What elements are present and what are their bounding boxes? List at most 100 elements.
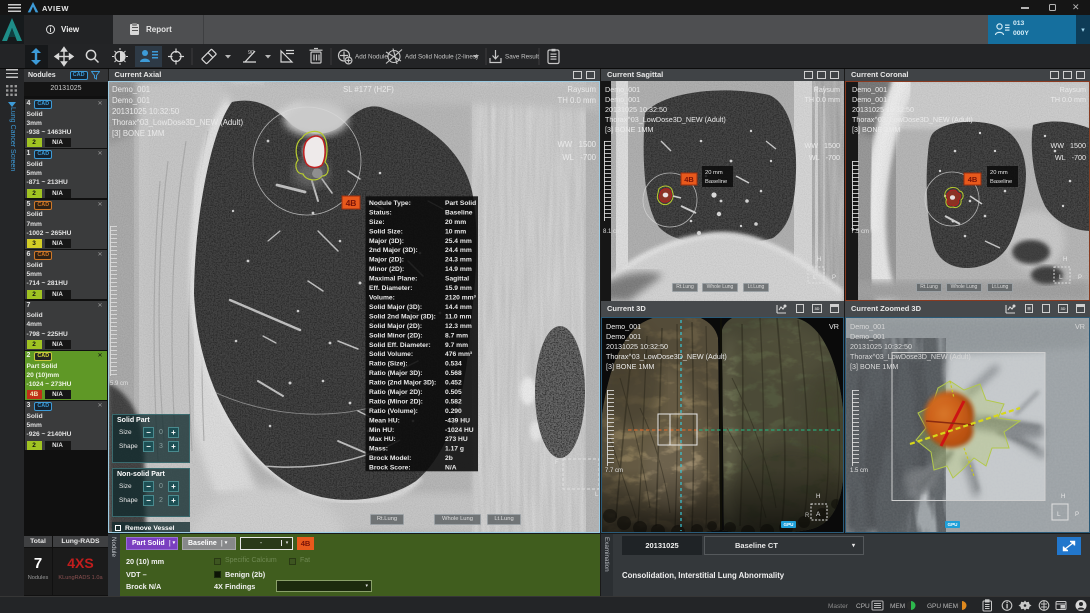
- svg-text:4B: 4B: [968, 175, 978, 184]
- svg-text:Ratio (Minor 2D):: Ratio (Minor 2D):: [369, 398, 423, 405]
- svg-text:0.568: 0.568: [445, 370, 462, 377]
- svg-text:L: L: [1059, 274, 1063, 281]
- svg-text:VR: VR: [829, 322, 839, 331]
- svg-text:90: 90: [248, 50, 254, 56]
- svg-text:Ratio (Volume):: Ratio (Volume):: [369, 407, 418, 414]
- svg-text:CPU: CPU: [856, 603, 870, 610]
- svg-text:Ratio (Major 2D):: Ratio (Major 2D):: [369, 389, 423, 396]
- svg-text:WW 1500: WW 1500: [1050, 141, 1086, 150]
- svg-text:Demo_001: Demo_001: [606, 322, 641, 331]
- svg-text:Major (2D):: Major (2D):: [369, 256, 404, 263]
- svg-text:Brock Score:: Brock Score:: [369, 464, 411, 471]
- svg-text:Volume:: Volume:: [369, 294, 395, 301]
- svg-text:Maximal Plane:: Maximal Plane:: [369, 275, 417, 282]
- svg-text:9.7 mm: 9.7 mm: [445, 341, 468, 348]
- svg-text:25.4 mm: 25.4 mm: [445, 237, 472, 244]
- svg-text:Solid Eff. Diameter:: Solid Eff. Diameter:: [369, 341, 431, 348]
- svg-text:Brock Model:: Brock Model:: [369, 455, 411, 462]
- svg-text:24.3 mm: 24.3 mm: [445, 256, 472, 263]
- svg-text:Nodule Type:: Nodule Type:: [369, 200, 411, 207]
- svg-text:Thorax^03_LowDose3D_NEW (Adult: Thorax^03_LowDose3D_NEW (Adult): [850, 352, 971, 361]
- svg-text:SL #177 (H2F): SL #177 (H2F): [343, 85, 394, 94]
- svg-text:Max HU:: Max HU:: [369, 436, 396, 443]
- svg-text:-1024 HU: -1024 HU: [445, 426, 474, 433]
- svg-text:Ratio (Size):: Ratio (Size):: [369, 360, 408, 367]
- svg-text:Solid 2nd Major (3D):: Solid 2nd Major (3D):: [369, 313, 436, 320]
- svg-text:0.505: 0.505: [445, 389, 462, 396]
- svg-text:P: P: [832, 275, 836, 281]
- svg-text:Baseline: Baseline: [990, 179, 1012, 185]
- svg-text:WW 1500: WW 1500: [804, 141, 840, 150]
- svg-text:Raysum: Raysum: [814, 85, 840, 94]
- svg-text:Thorax^03_LowDose3D_NEW (Adult: Thorax^03_LowDose3D_NEW (Adult): [852, 115, 973, 124]
- svg-text:Ratio (2nd Major 3D):: Ratio (2nd Major 3D):: [369, 379, 436, 386]
- svg-text:P: P: [1075, 512, 1079, 518]
- svg-text:N/A: N/A: [445, 464, 457, 471]
- svg-text:L: L: [1057, 511, 1061, 518]
- svg-text:TH 0.0 mm: TH 0.0 mm: [557, 96, 596, 105]
- svg-text:4B: 4B: [684, 175, 694, 184]
- svg-text:VR: VR: [1075, 322, 1085, 331]
- svg-text:20 mm: 20 mm: [990, 170, 1008, 176]
- svg-text:MEM: MEM: [890, 603, 905, 610]
- svg-text:WL -700: WL -700: [809, 153, 840, 162]
- svg-text:Baseline: Baseline: [705, 179, 727, 185]
- svg-text:12.3 mm: 12.3 mm: [445, 322, 472, 329]
- svg-text:24.4 mm: 24.4 mm: [445, 247, 472, 254]
- svg-text:WL -700: WL -700: [1055, 153, 1086, 162]
- svg-text:H: H: [1061, 494, 1065, 500]
- svg-text:0.582: 0.582: [445, 398, 462, 405]
- svg-text:20131025 10:32:50: 20131025 10:32:50: [850, 342, 912, 351]
- svg-text:Raysum: Raysum: [1060, 85, 1086, 94]
- svg-text:Major (3D):: Major (3D):: [369, 237, 404, 244]
- svg-text:Demo_001: Demo_001: [850, 322, 885, 331]
- svg-text:Part Solid: Part Solid: [445, 200, 476, 207]
- svg-text:10 mm: 10 mm: [445, 228, 466, 235]
- svg-text:L: L: [813, 274, 817, 281]
- svg-text:Demo_001: Demo_001: [852, 95, 887, 104]
- svg-text:GPU MEM: GPU MEM: [927, 603, 958, 610]
- svg-text:20 mm: 20 mm: [705, 170, 723, 176]
- svg-text:H: H: [1063, 257, 1067, 263]
- svg-text:0.452: 0.452: [445, 379, 462, 386]
- svg-text:[3] BONE 1MM: [3] BONE 1MM: [852, 125, 900, 134]
- svg-text:Demo_001: Demo_001: [606, 332, 641, 341]
- svg-text:Thorax^03_LowDose3D_NEW (Adult: Thorax^03_LowDose3D_NEW (Adult): [605, 115, 726, 124]
- svg-text:Sagittal: Sagittal: [445, 275, 469, 282]
- svg-text:H: H: [817, 257, 821, 263]
- svg-text:14.4 mm: 14.4 mm: [445, 303, 472, 310]
- svg-text:Mass:: Mass:: [369, 445, 388, 452]
- svg-text:H: H: [816, 494, 820, 500]
- svg-text:Add Solid Nodule (2-lines): Add Solid Nodule (2-lines): [405, 54, 478, 61]
- svg-text:A: A: [816, 511, 821, 518]
- svg-text:Master: Master: [828, 603, 849, 610]
- svg-text:Solid Minor (2D):: Solid Minor (2D):: [369, 332, 423, 339]
- svg-text:-439 HU: -439 HU: [445, 417, 470, 424]
- svg-text:TH 0.0 mm: TH 0.0 mm: [804, 95, 840, 104]
- svg-text:2120 mm³: 2120 mm³: [445, 294, 477, 301]
- svg-text:1.17 g: 1.17 g: [445, 445, 464, 452]
- svg-text:2nd Major (3D):: 2nd Major (3D):: [369, 247, 418, 254]
- svg-text:Demo_001: Demo_001: [112, 85, 150, 94]
- svg-text:20 mm: 20 mm: [445, 218, 466, 225]
- svg-text:Mean HU:: Mean HU:: [369, 417, 400, 424]
- svg-text:20131025 10:32:50: 20131025 10:32:50: [606, 342, 668, 351]
- svg-text:0.534: 0.534: [445, 360, 462, 367]
- svg-text:11.0 mm: 11.0 mm: [445, 313, 471, 320]
- svg-text:15.9 mm: 15.9 mm: [445, 285, 472, 292]
- svg-text:Status:: Status:: [369, 209, 392, 216]
- svg-text:Raysum: Raysum: [567, 85, 596, 94]
- svg-text:Demo_001: Demo_001: [605, 95, 640, 104]
- svg-text:P: P: [1078, 275, 1082, 281]
- svg-text:Thorax^03_LowDose3D_NEW (Adult: Thorax^03_LowDose3D_NEW (Adult): [606, 352, 727, 361]
- svg-text:Demo_001: Demo_001: [852, 85, 887, 94]
- svg-text:Solid Major (2D):: Solid Major (2D):: [369, 322, 422, 329]
- svg-text:Ratio (Major 3D):: Ratio (Major 3D):: [369, 370, 423, 377]
- svg-text:[3] BONE 1MM: [3] BONE 1MM: [605, 125, 653, 134]
- svg-text:476 mm³: 476 mm³: [445, 351, 473, 358]
- svg-text:WL -700: WL -700: [562, 153, 596, 162]
- svg-text:0.290: 0.290: [445, 407, 462, 414]
- svg-text:WW 1500: WW 1500: [557, 140, 596, 149]
- svg-text:R: R: [805, 513, 810, 519]
- svg-text:[3] BONE 1MM: [3] BONE 1MM: [850, 362, 898, 371]
